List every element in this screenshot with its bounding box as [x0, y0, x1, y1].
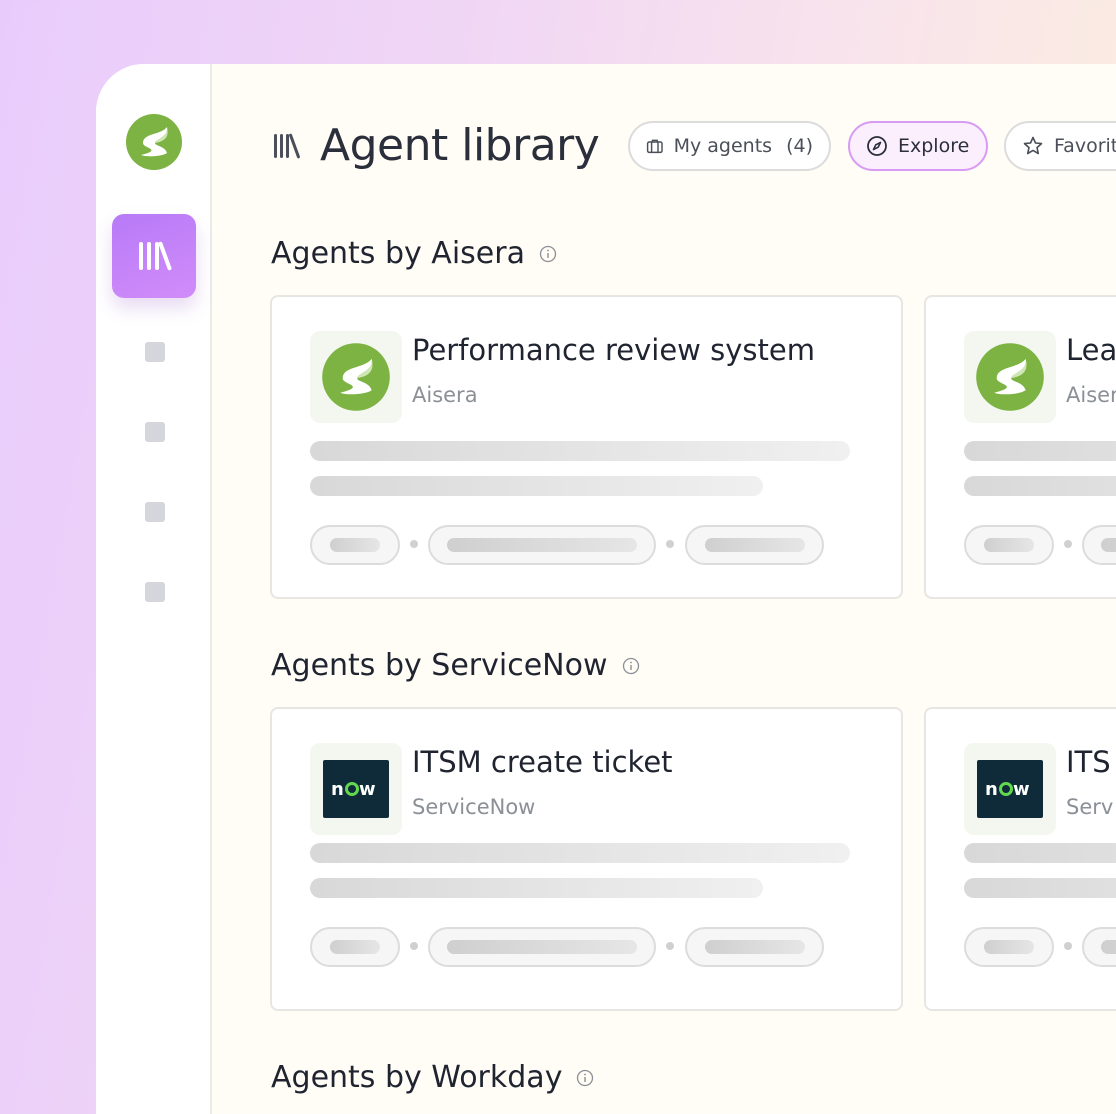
tab-label: My agents [673, 135, 773, 157]
app-window: Agent library My agents (4) Explore Favo… [96, 64, 1116, 1114]
agent-title: ITS [1066, 745, 1111, 779]
section-title: Agents by Aisera [271, 236, 557, 271]
skeleton-line [964, 843, 1116, 863]
section-title-text: Agents by ServiceNow [271, 648, 608, 683]
agent-title: Performance review system [412, 333, 815, 367]
tab-favorites[interactable]: Favorit [1004, 121, 1116, 171]
skeleton-chip [310, 927, 400, 967]
servicenow-logo: n w [964, 743, 1056, 835]
agent-card[interactable]: n w ITSM create ticket ServiceNow [270, 707, 903, 1011]
agent-card[interactable]: Lea Aiser [924, 295, 1116, 599]
section-title: Agents by ServiceNow [271, 648, 640, 683]
skeleton-line [964, 878, 1116, 898]
aisera-logo [964, 331, 1056, 423]
sidebar [96, 64, 212, 1114]
svg-text:n: n [985, 779, 998, 800]
separator-dot [410, 540, 418, 548]
agent-vendor: Serv [1066, 795, 1114, 819]
separator-dot [666, 540, 674, 548]
tab-my-agents[interactable]: My agents (4) [628, 121, 831, 171]
library-icon [139, 241, 172, 271]
skeleton-chip [1082, 927, 1116, 967]
skeleton-chip [964, 525, 1054, 565]
skeleton-line [310, 476, 763, 496]
agent-vendor: Aisera [412, 383, 478, 407]
agent-vendor: Aiser [1066, 383, 1116, 407]
separator-dot [1064, 540, 1072, 548]
skeleton-line [310, 441, 850, 461]
agent-vendor: ServiceNow [412, 795, 536, 819]
skeleton-chip [428, 927, 656, 967]
section-title-text: Agents by Workday [271, 1060, 563, 1095]
section-title: Agents by Workday [271, 1060, 594, 1095]
skeleton-line [310, 878, 763, 898]
skeleton-chip [685, 525, 824, 565]
tab-label: Favorit [1054, 135, 1116, 157]
skeleton-chip [310, 525, 400, 565]
tab-explore[interactable]: Explore [848, 121, 988, 171]
main-content: Agent library My agents (4) Explore Favo… [212, 64, 1116, 1114]
skeleton-chip [685, 927, 824, 967]
skeleton-chip [428, 525, 656, 565]
aisera-logo [310, 331, 402, 423]
separator-dot [666, 942, 674, 950]
info-icon[interactable] [622, 657, 640, 675]
skeleton-line [964, 441, 1116, 461]
info-icon[interactable] [539, 245, 557, 263]
skeleton-chip [1082, 525, 1116, 565]
sidebar-item-placeholder[interactable] [145, 342, 165, 362]
sidebar-item-placeholder[interactable] [145, 582, 165, 602]
agent-card[interactable]: Performance review system Aisera [270, 295, 903, 599]
aisera-logo[interactable] [125, 113, 183, 171]
skeleton-line [964, 476, 1116, 496]
separator-dot [1064, 942, 1072, 950]
agent-card[interactable]: n w ITS Serv [924, 707, 1116, 1011]
star-icon [1023, 136, 1043, 155]
svg-text:n: n [331, 779, 344, 800]
page-title: Agent library [320, 120, 600, 171]
agent-title: Lea [1066, 333, 1116, 367]
sidebar-item-placeholder[interactable] [145, 502, 165, 522]
separator-dot [410, 942, 418, 950]
briefcase-icon [646, 139, 663, 154]
library-icon [274, 133, 300, 159]
sidebar-item-placeholder[interactable] [145, 422, 165, 442]
svg-text:w: w [359, 779, 376, 800]
info-icon[interactable] [576, 1069, 594, 1087]
tab-count: (4) [786, 135, 813, 157]
svg-text:w: w [1013, 779, 1030, 800]
sidebar-item-library[interactable] [112, 214, 196, 298]
tab-label: Explore [898, 135, 970, 157]
skeleton-chip [964, 927, 1054, 967]
skeleton-line [310, 843, 850, 863]
servicenow-logo: n w [310, 743, 402, 835]
compass-icon [867, 136, 887, 156]
agent-title: ITSM create ticket [412, 745, 673, 779]
section-title-text: Agents by Aisera [271, 236, 525, 271]
